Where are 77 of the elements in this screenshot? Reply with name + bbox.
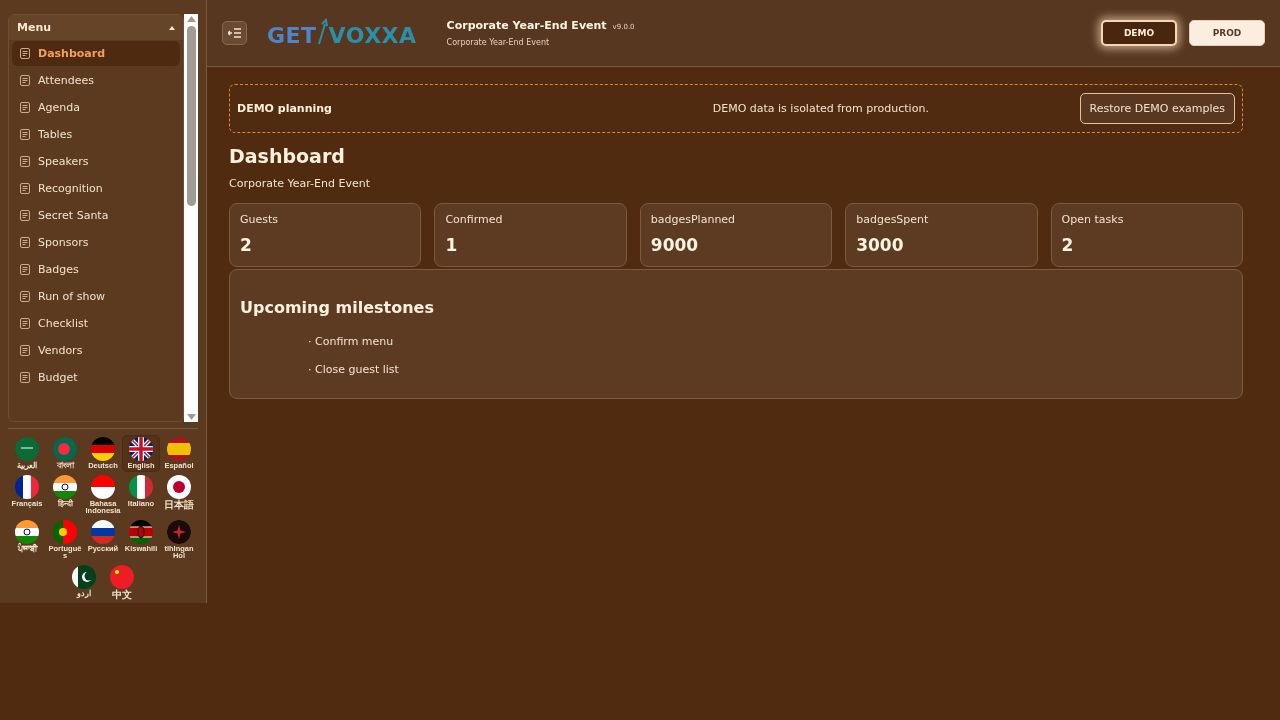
flag-icon: [91, 437, 115, 461]
flag-icon: [15, 474, 39, 499]
document-icon: [20, 183, 30, 194]
document-icon: [20, 318, 30, 329]
document-icon: [20, 129, 30, 140]
stat-value: 1: [445, 235, 459, 255]
menu-item[interactable]: Speakers: [12, 149, 180, 174]
milestone-item: · Close guest list: [308, 363, 400, 376]
page-title: Dashboard: [229, 145, 346, 167]
menu-item[interactable]: Tables: [12, 122, 180, 147]
stat-label: Open tasks: [1061, 213, 1125, 226]
collapse-icon: [169, 25, 175, 30]
stat-label: badgesPlanned: [650, 213, 737, 226]
scrollbar[interactable]: [184, 14, 198, 422]
banner-title: DEMO planning: [237, 102, 333, 115]
scroll-down-icon[interactable]: [186, 414, 196, 420]
menu-item[interactable]: Budget: [12, 365, 180, 390]
page-subtitle: Corporate Year-End Event: [229, 177, 371, 190]
flag-icon: [53, 474, 77, 499]
flag-icon: [167, 519, 191, 544]
document-icon: [20, 75, 30, 86]
menu-item[interactable]: Sponsors: [12, 230, 180, 255]
scrollbar-thumb[interactable]: [186, 26, 196, 206]
milestones-title: Upcoming milestones: [240, 298, 435, 317]
document-icon: [20, 345, 30, 356]
flag-icon: [110, 564, 134, 589]
document-icon: [20, 102, 30, 113]
banner-message: DEMO data is isolated from production.: [711, 102, 930, 115]
event-subtitle: Corporate Year-End Event: [446, 38, 551, 47]
event-title: Corporate Year-End Event: [446, 19, 607, 32]
language-option[interactable]: 中文: [103, 562, 141, 602]
flag-icon: [15, 519, 39, 544]
stat-label: badgesSpent: [856, 213, 930, 226]
document-icon: [20, 156, 30, 167]
collapse-sidebar-button[interactable]: [222, 21, 247, 45]
document-icon: [20, 291, 30, 302]
language-option[interactable]: 日本語: [160, 472, 198, 517]
stat-label: Confirmed: [445, 213, 504, 226]
flag-icon: [91, 519, 115, 544]
environment-button[interactable]: PROD: [1189, 20, 1265, 46]
document-icon: [20, 372, 30, 383]
logo: GET VOXXA: [267, 18, 417, 48]
menu-title: Menu: [17, 21, 52, 34]
stat-value: 2: [1061, 235, 1075, 255]
flag-icon: [167, 437, 191, 461]
flag-icon: [167, 474, 191, 499]
menu-item[interactable]: Vendors: [12, 338, 180, 363]
document-icon: [20, 210, 30, 221]
menu-item[interactable]: Badges: [12, 257, 180, 282]
menu-item[interactable]: Recognition: [12, 176, 180, 201]
document-icon: [20, 264, 30, 275]
menu-item[interactable]: Secret Santa: [12, 203, 180, 228]
stat-value: 2: [240, 235, 253, 255]
menu-header[interactable]: Menu: [9, 15, 183, 40]
menu-item[interactable]: Run of show: [12, 284, 180, 309]
flag-icon: [15, 437, 39, 461]
stat-value: 3000: [856, 235, 905, 255]
menu-item[interactable]: Agenda: [12, 95, 180, 120]
flag-icon: [53, 519, 77, 544]
flag-icon: [53, 437, 77, 461]
flag-icon: [129, 519, 153, 544]
document-icon: [20, 48, 30, 59]
flag-icon: [72, 564, 96, 589]
scroll-up-icon[interactable]: [186, 16, 196, 22]
menu-item[interactable]: Attendees: [12, 68, 180, 93]
menu-item[interactable]: Dashboard: [12, 41, 180, 66]
stat-value: 9000: [650, 235, 700, 255]
stat-label: Guests: [240, 213, 280, 226]
environment-button[interactable]: DEMO: [1101, 20, 1177, 46]
flag-icon: [129, 474, 153, 499]
document-icon: [20, 237, 30, 248]
collapse-menu-icon: [228, 28, 241, 38]
flag-icon: [91, 474, 115, 499]
menu-item[interactable]: Checklist: [12, 311, 180, 336]
restore-button[interactable]: Restore DEMO examples: [1079, 93, 1235, 124]
milestone-item: · Confirm menu: [308, 335, 395, 348]
flag-icon: [129, 437, 153, 461]
